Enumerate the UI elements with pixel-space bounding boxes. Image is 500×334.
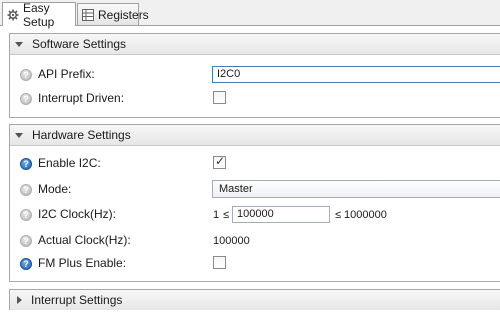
hardware-settings-panel: Hardware Settings ? Enable I2C: ✓ ? Mode… [9, 124, 500, 282]
tab-easy-setup-label: Easy Setup [23, 0, 55, 29]
tab-bar: Easy Setup Registers [0, 0, 500, 29]
help-icon[interactable]: ? [20, 209, 32, 221]
table-icon [82, 8, 94, 21]
collapse-arrow-icon [15, 132, 23, 138]
help-icon[interactable]: ? [20, 93, 32, 105]
hardware-settings-header[interactable]: Hardware Settings [10, 125, 500, 146]
help-icon[interactable]: ? [20, 158, 32, 170]
interrupt-driven-label: Interrupt Driven: [38, 91, 125, 105]
gear-icon [7, 9, 19, 21]
actual-clock-value: 100000 [213, 235, 250, 247]
api-prefix-input[interactable]: I2C0 [212, 66, 500, 83]
i2c-clock-min: 1 [213, 209, 220, 221]
help-icon[interactable]: ? [20, 235, 32, 247]
interrupt-settings-title: Interrupt Settings [31, 293, 123, 307]
collapse-arrow-icon [15, 41, 23, 47]
i2c-clock-input[interactable]: 100000 [232, 206, 330, 223]
checkmark-icon: ✓ [215, 154, 226, 168]
help-icon[interactable]: ? [20, 258, 32, 270]
mode-label: Mode: [38, 182, 72, 196]
interrupt-settings-panel: Interrupt Settings [9, 289, 500, 310]
actual-clock-label: Actual Clock(Hz): [38, 233, 131, 247]
tab-easy-setup[interactable]: Easy Setup [2, 0, 76, 29]
i2c-clock-label: I2C Clock(Hz): [38, 207, 117, 221]
interrupt-settings-header[interactable]: Interrupt Settings [10, 290, 500, 310]
software-settings-panel: Software Settings ? API Prefix: I2C0 ? I… [9, 33, 500, 118]
fm-plus-label: FM Plus Enable: [38, 256, 127, 270]
tab-registers-label: Registers [98, 7, 149, 22]
less-equal-symbol: ≤ [335, 209, 342, 221]
fm-plus-checkbox[interactable] [213, 256, 226, 269]
api-prefix-label: API Prefix: [38, 67, 95, 81]
enable-i2c-checkbox[interactable]: ✓ [213, 154, 226, 169]
interrupt-driven-checkbox[interactable] [213, 91, 226, 104]
hardware-settings-title: Hardware Settings [32, 128, 131, 142]
help-icon[interactable]: ? [20, 69, 32, 81]
expand-arrow-icon [17, 296, 22, 304]
less-equal-symbol: ≤ [223, 209, 230, 221]
i2c-clock-max: 1000000 [344, 209, 387, 221]
enable-i2c-label: Enable I2C: [38, 156, 101, 170]
software-settings-header[interactable]: Software Settings [10, 34, 500, 55]
help-icon[interactable]: ? [20, 184, 32, 196]
mode-dropdown[interactable]: Master [212, 180, 500, 198]
tab-registers[interactable]: Registers [77, 3, 149, 25]
software-settings-title: Software Settings [32, 37, 127, 51]
